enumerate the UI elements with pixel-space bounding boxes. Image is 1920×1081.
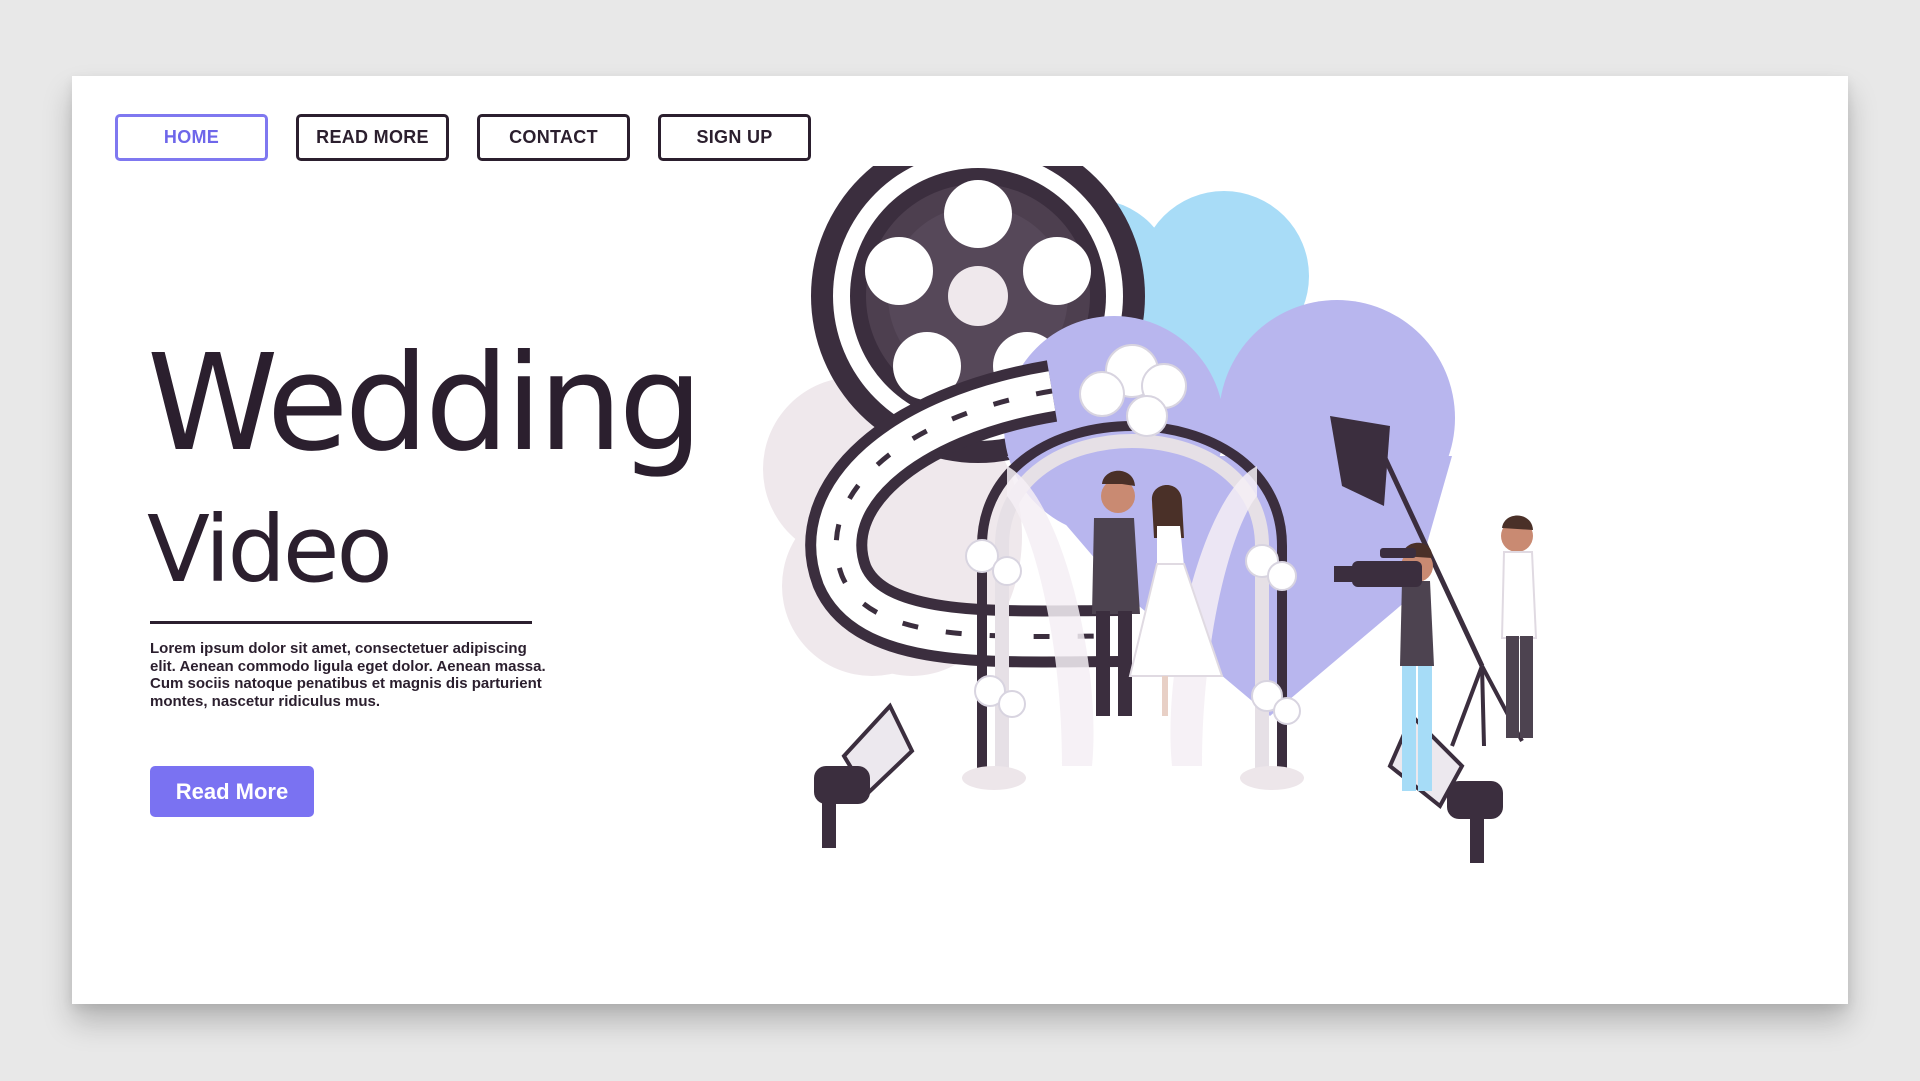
top-nav: HOME READ MORE CONTACT SIGN UP [115,114,811,161]
nav-read-more-button[interactable]: READ MORE [296,114,449,161]
hero-title: Wedding [147,327,703,481]
nav-contact-button[interactable]: CONTACT [477,114,630,161]
title-divider [150,621,532,624]
nav-sign-up-button[interactable]: SIGN UP [658,114,811,161]
nav-home-button[interactable]: HOME [115,114,268,161]
wedding-video-illustration [763,166,1538,863]
camera-operator-figure [1334,542,1434,791]
hero-subtitle: Video [147,496,393,603]
landing-page: HOME READ MORE CONTACT SIGN UP Wedding V… [72,76,1848,1004]
assistant-figure [1500,515,1538,738]
stage-light-left-icon [814,702,915,848]
read-more-button[interactable]: Read More [150,766,314,817]
hero-description: Lorem ipsum dolor sit amet, consectetuer… [150,640,546,710]
